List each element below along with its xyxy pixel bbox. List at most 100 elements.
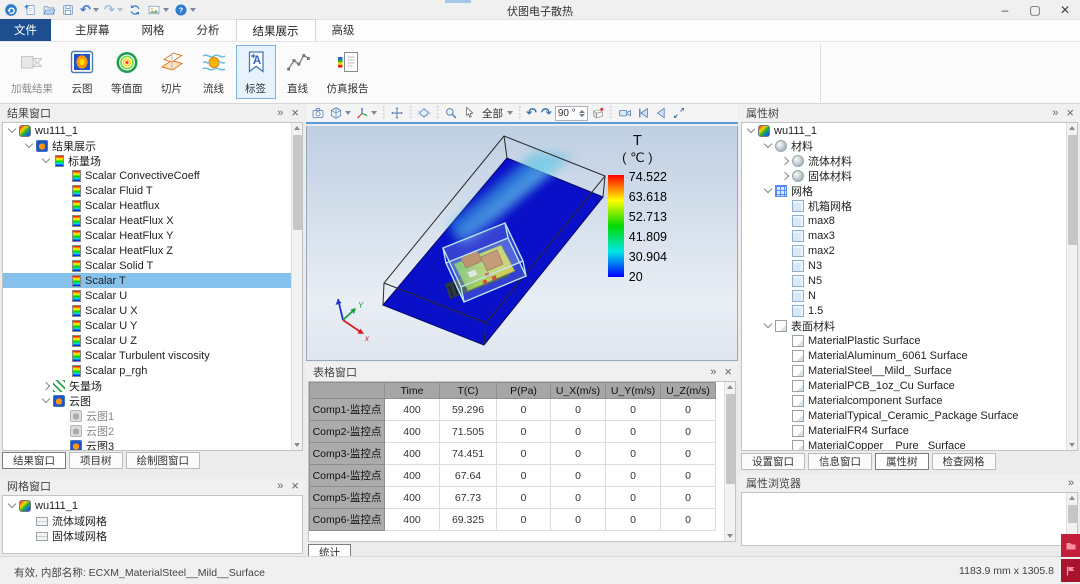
expander-icon[interactable] — [780, 156, 790, 166]
tree-item-标量场[interactable]: 标量场 — [3, 153, 302, 168]
tree-item-wu111_1[interactable]: wu111_1 — [3, 498, 302, 513]
ribbon-tool-直线[interactable]: 直线 — [278, 45, 318, 99]
tab-项目树[interactable]: 项目树 — [69, 452, 123, 469]
tree-item-Scalar-HeatFlux-X[interactable]: Scalar HeatFlux X — [3, 213, 302, 228]
tree-item-流体材料[interactable]: 流体材料 — [742, 153, 1077, 168]
menu-tab-主屏幕[interactable]: 主屏幕 — [59, 19, 126, 41]
tree-item-MaterialPCB_1oz_Cu-Surface[interactable]: MaterialPCB_1oz_Cu Surface — [742, 378, 1077, 393]
expander-icon[interactable] — [780, 276, 790, 286]
tree-item-wu111_1[interactable]: wu111_1 — [742, 123, 1077, 138]
tree-item-机箱网格[interactable]: 机箱网格 — [742, 198, 1077, 213]
expander-icon[interactable] — [58, 186, 68, 196]
tab-结果窗口[interactable]: 结果窗口 — [2, 452, 66, 469]
expander-icon[interactable] — [58, 171, 68, 181]
tree-item-Scalar-U[interactable]: Scalar U — [3, 288, 302, 303]
expander-icon[interactable] — [58, 291, 68, 301]
rotate-ccw-icon[interactable]: ↶ — [525, 105, 538, 121]
ribbon-tool-流线[interactable]: 流线 — [194, 45, 234, 99]
close-icon[interactable] — [291, 107, 299, 120]
tree-item-wu111_1[interactable]: wu111_1 — [3, 123, 302, 138]
tree-item-Scalar-Fluid-T[interactable]: Scalar Fluid T — [3, 183, 302, 198]
menu-tab-文件[interactable]: 文件 — [0, 19, 51, 41]
zoom-window-icon[interactable] — [443, 105, 459, 121]
tree-item-max8[interactable]: max8 — [742, 213, 1077, 228]
tree-item-云图1[interactable]: 云图1 — [3, 408, 302, 423]
expander-icon[interactable] — [41, 381, 51, 391]
tree-item-固体域网格[interactable]: 固体域网格 — [3, 528, 302, 543]
expander-icon[interactable] — [58, 351, 68, 361]
view-layout-icon[interactable] — [328, 105, 352, 121]
tree-item-Materialcomponent-Surface[interactable]: Materialcomponent Surface — [742, 393, 1077, 408]
expander-icon[interactable] — [780, 441, 790, 451]
expand-view-icon[interactable] — [671, 105, 687, 121]
expander-icon[interactable] — [58, 261, 68, 271]
expander-icon[interactable] — [24, 516, 34, 526]
expander-icon[interactable] — [58, 246, 68, 256]
tree-item-N3[interactable]: N3 — [742, 258, 1077, 273]
tree-item-MaterialPlastic-Surface[interactable]: MaterialPlastic Surface — [742, 333, 1077, 348]
tree-item-材料[interactable]: 材料 — [742, 138, 1077, 153]
tree-item-1.5[interactable]: 1.5 — [742, 303, 1077, 318]
tree-item-MaterialTypical_Ceramic_Package-Surface[interactable]: MaterialTypical_Ceramic_Package Surface — [742, 408, 1077, 423]
select-scope[interactable]: 全部 — [479, 105, 514, 121]
expander-icon[interactable] — [7, 126, 17, 136]
tree-item-Scalar-HeatFlux-Z[interactable]: Scalar HeatFlux Z — [3, 243, 302, 258]
tree-item-max3[interactable]: max3 — [742, 228, 1077, 243]
table-scrollbar[interactable] — [724, 382, 735, 541]
tree-item-Scalar-T[interactable]: Scalar T — [3, 273, 302, 288]
pin-icon[interactable] — [710, 367, 716, 378]
expander-icon[interactable] — [746, 126, 756, 136]
expander-icon[interactable] — [24, 531, 34, 541]
expander-icon[interactable] — [763, 186, 773, 196]
ribbon-tool-标签[interactable]: 标签 — [236, 45, 276, 99]
tree-item-Scalar-U-Y[interactable]: Scalar U Y — [3, 318, 302, 333]
table-row[interactable]: Comp2-监控点40071.5050000 — [310, 421, 716, 443]
expander-icon[interactable] — [24, 141, 34, 151]
tree-item-矢量场[interactable]: 矢量场 — [3, 378, 302, 393]
expander-icon[interactable] — [780, 411, 790, 421]
expander-icon[interactable] — [780, 291, 790, 301]
viewport-3d[interactable]: Y x T ( ℃ ) 74.52263.61852.71341.80930.9… — [306, 126, 738, 361]
close-icon[interactable] — [291, 480, 299, 493]
expander-icon[interactable] — [780, 261, 790, 271]
red-flag-icon[interactable] — [1061, 559, 1080, 582]
tree-item-结果展示[interactable]: 结果展示 — [3, 138, 302, 153]
expander-icon[interactable] — [58, 231, 68, 241]
expander-icon[interactable] — [780, 231, 790, 241]
axis-triad-icon[interactable] — [354, 105, 378, 121]
pin-icon[interactable] — [1068, 478, 1074, 489]
tree-item-云图3[interactable]: 云图3 — [3, 438, 302, 451]
tree-item-MaterialSteel__Mild_-Surface[interactable]: MaterialSteel__Mild_ Surface — [742, 363, 1077, 378]
tree-item-云图2[interactable]: 云图2 — [3, 423, 302, 438]
close-icon[interactable] — [724, 366, 732, 379]
expander-icon[interactable] — [58, 321, 68, 331]
expander-icon[interactable] — [58, 216, 68, 226]
pin-icon[interactable] — [277, 481, 283, 492]
expander-icon[interactable] — [58, 366, 68, 376]
apply-rotation-icon[interactable] — [590, 105, 606, 121]
rotate-cw-icon[interactable]: ↷ — [540, 105, 553, 121]
expander-icon[interactable] — [58, 336, 68, 346]
tab-设置窗口[interactable]: 设置窗口 — [741, 453, 805, 470]
table-row[interactable]: Comp3-监控点40074.4510000 — [310, 443, 716, 465]
expander-icon[interactable] — [58, 426, 68, 436]
menu-tab-结果展示[interactable]: 结果展示 — [236, 19, 316, 41]
expander-icon[interactable] — [780, 306, 790, 316]
results-tree-scrollbar[interactable] — [291, 123, 302, 450]
expander-icon[interactable] — [780, 366, 790, 376]
expander-icon[interactable] — [780, 246, 790, 256]
tab-信息窗口[interactable]: 信息窗口 — [808, 453, 872, 470]
tree-item-Scalar-Solid-T[interactable]: Scalar Solid T — [3, 258, 302, 273]
menu-tab-高级[interactable]: 高级 — [316, 19, 371, 41]
ribbon-tool-云图[interactable]: 云图 — [62, 45, 102, 99]
first-frame-icon[interactable] — [635, 105, 651, 121]
expander-icon[interactable] — [58, 276, 68, 286]
tree-item-表面材料[interactable]: 表面材料 — [742, 318, 1077, 333]
animation-icon[interactable] — [617, 105, 633, 121]
tree-item-MaterialCopper__Pure_-Surface[interactable]: MaterialCopper__Pure_ Surface — [742, 438, 1077, 451]
expander-icon[interactable] — [763, 321, 773, 331]
snapshot-icon[interactable] — [310, 105, 326, 121]
table-row[interactable]: Comp1-监控点40059.2960000 — [310, 399, 716, 421]
ribbon-tool-仿真报告[interactable]: 仿真报告 — [320, 45, 376, 99]
menu-tab-网格[interactable]: 网格 — [126, 19, 181, 41]
